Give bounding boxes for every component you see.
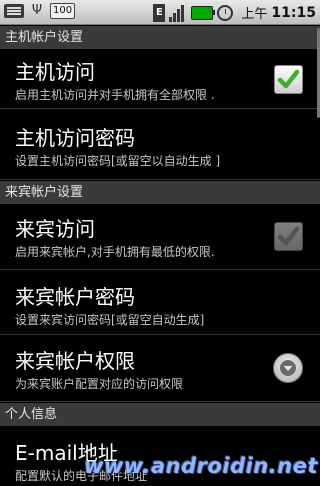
section-header-personal: 个人信息 — [0, 403, 320, 426]
checkmark-icon — [277, 226, 300, 246]
alarm-icon — [217, 4, 234, 21]
battery-icon — [191, 5, 216, 20]
guest-permissions-dropdown[interactable] — [273, 353, 303, 383]
keyboard-icon — [4, 4, 24, 18]
pref-host-password-summary: 设置主机访问密码[或留空以自动生成 ] — [15, 154, 221, 168]
pref-host-access[interactable]: 主机访问 启用主机访问并对手机拥有全部权限 . — [0, 49, 320, 109]
section-header-guest: 来宾帐户设置 — [0, 181, 320, 204]
host-access-checkbox[interactable] — [274, 65, 303, 94]
signal-strength-icon — [169, 4, 187, 22]
pref-host-password[interactable]: 主机访问密码 设置主机访问密码[或留空以自动生成 ] — [0, 110, 320, 180]
pref-guest-password-title: 来宾帐户密码 — [15, 285, 135, 309]
pref-guest-password-summary: 设置来宾访问密码[或留空自动生成] — [15, 313, 205, 327]
watermark: www.androidin.net — [84, 454, 318, 478]
pref-guest-access[interactable]: 来宾访问 启用来宾帐户,对手机拥有最低的权限. — [0, 204, 320, 270]
time-am-pm-label: 上午 — [241, 7, 268, 22]
section-header-host: 主机帐户设置 — [0, 26, 320, 49]
pref-guest-password[interactable]: 来宾帐户密码 设置来宾访问密码[或留空自动生成] — [0, 271, 320, 335]
status-bar: Ψ 100 E 上午 11:15 — [0, 0, 320, 25]
clock: 11:15 — [271, 4, 316, 21]
guest-access-checkbox[interactable] — [274, 222, 303, 251]
checkmark-icon — [277, 69, 300, 89]
battery-percent-badge: 100 — [50, 3, 76, 19]
pref-host-password-title: 主机访问密码 — [15, 126, 135, 150]
usb-icon: Ψ — [31, 3, 43, 18]
chevron-down-icon — [280, 360, 296, 376]
pref-guest-permissions[interactable]: 来宾帐户权限 为来宾账户配置对应的访问权限 — [0, 336, 320, 402]
edge-network-icon: E — [153, 3, 166, 22]
